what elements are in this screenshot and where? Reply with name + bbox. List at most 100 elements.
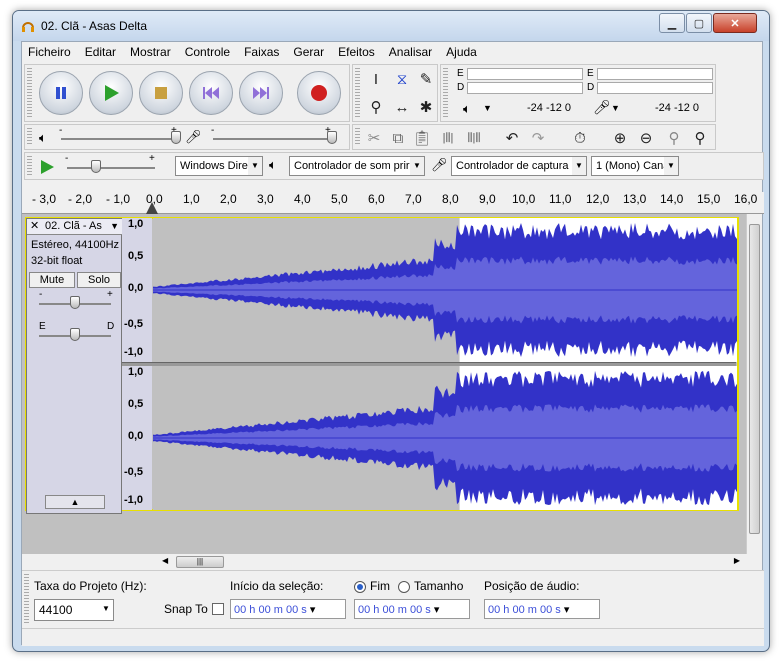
paste-icon[interactable]: 📋︎ [411, 127, 433, 149]
recording-channels-select[interactable]: 1 (Mono) Cana ▼ [591, 156, 679, 176]
timeline-ruler[interactable]: - 3,0 - 2,0 - 1,0 0,0 1,0 2,0 3,0 4,0 5,… [22, 192, 764, 214]
speaker-icon[interactable]: 🔈︎ [463, 101, 471, 117]
multi-tool-icon[interactable]: ✱ [415, 96, 437, 118]
toolbar-grip[interactable] [27, 68, 32, 118]
track-name-menu[interactable]: ✕ 02. Clã - As ▼ [27, 219, 123, 235]
input-volume-slider[interactable] [213, 138, 331, 140]
project-rate-label: Taxa do Projeto (Hz): [34, 579, 147, 593]
selection-tool-icon[interactable]: I [365, 68, 387, 90]
toolbar-grip[interactable] [24, 574, 29, 625]
waveform-right-channel[interactable] [153, 366, 737, 510]
app-window: 02. Clã - Asas Delta ▁ ▢ ✕ Ficheiro Edit… [12, 10, 770, 652]
input-meter-left[interactable] [597, 68, 713, 80]
collapse-track-button[interactable]: ▲ [45, 495, 105, 509]
play-at-speed-icon[interactable] [39, 159, 55, 175]
fit-project-icon[interactable]: ⚲ [689, 127, 711, 149]
menu-ficheiro[interactable]: Ficheiro [28, 45, 71, 59]
snap-to-checkbox[interactable] [212, 603, 224, 615]
output-slider-min: - [59, 125, 63, 136]
toolbar-grip[interactable] [27, 128, 32, 146]
zoom-in-icon[interactable]: ⊕ [609, 127, 631, 149]
cut-icon[interactable]: ✂ [363, 127, 385, 149]
output-meter-right[interactable] [467, 82, 583, 94]
toolbar-grip[interactable] [443, 68, 448, 118]
output-volume-thumb[interactable] [171, 131, 181, 144]
end-radio[interactable] [354, 581, 366, 593]
playback-speed-thumb[interactable] [91, 160, 101, 173]
skip-start-button[interactable] [189, 71, 233, 115]
toolbar-grip[interactable] [355, 68, 360, 118]
audio-host-select[interactable]: Windows Dire ▼ [175, 156, 263, 176]
envelope-tool-icon[interactable]: ⧖ [391, 68, 413, 90]
toolbar-grip[interactable] [27, 156, 32, 176]
play-button[interactable] [89, 71, 133, 115]
close-button[interactable]: ✕ [713, 13, 757, 33]
ruler-label: - 2,0 [68, 192, 93, 206]
pause-button[interactable] [39, 71, 83, 115]
window-title: 02. Clã - Asas Delta [41, 19, 148, 33]
gain-thumb[interactable] [70, 296, 80, 309]
audio-position-time[interactable]: 00 h 00 m 00 s ▾ [484, 599, 600, 619]
recording-device-select[interactable]: Controlador de captura ▼ [451, 156, 587, 176]
output-meter-menu-icon[interactable]: ▼ [483, 103, 492, 113]
zoom-out-icon[interactable]: ⊖ [635, 127, 657, 149]
solo-button[interactable]: Solo [77, 272, 121, 288]
toolbar-grip[interactable] [355, 128, 360, 146]
waveform-left-channel[interactable] [153, 218, 737, 362]
playhead-marker-icon[interactable] [146, 202, 158, 214]
horizontal-scroll-thumb[interactable]: ||| [176, 556, 224, 568]
selection-start-time[interactable]: 00 h 00 m 00 s ▾ [230, 599, 346, 619]
draw-tool-icon[interactable]: ✎ [415, 68, 437, 90]
length-radio[interactable] [398, 581, 410, 593]
record-button[interactable] [297, 71, 341, 115]
copy-icon[interactable]: ⧉ [387, 127, 409, 149]
stop-icon [155, 87, 167, 99]
meter-toolbar: E D E D 🔈︎ ▼ -24 -12 0 🎤︎ ▼ -24 -12 0 [440, 64, 716, 122]
ruler-label: 12,0 [586, 192, 610, 206]
stop-button[interactable] [139, 71, 183, 115]
maximize-button[interactable]: ▢ [686, 13, 712, 33]
scroll-right-icon[interactable]: ▶ [734, 556, 740, 565]
silence-icon[interactable]: ⫼|⫼ [463, 127, 485, 149]
menu-analisar[interactable]: Analisar [389, 45, 432, 59]
selection-end-time[interactable]: 00 h 00 m 00 s ▾ [354, 599, 470, 619]
playback-device-select[interactable]: Controlador de som prir ▼ [289, 156, 425, 176]
timeshift-tool-icon[interactable]: ↔ [391, 96, 413, 118]
output-volume-slider[interactable] [61, 138, 177, 140]
undo-icon[interactable]: ↶ [501, 127, 523, 149]
vertical-scroll-thumb[interactable] [749, 224, 760, 534]
input-meter-right[interactable] [597, 82, 713, 94]
sync-lock-icon[interactable]: ⏱︎ [569, 127, 591, 149]
menu-editar[interactable]: Editar [85, 45, 116, 59]
track-close-icon[interactable]: ✕ [30, 219, 39, 234]
track-menu-arrow-icon[interactable]: ▼ [110, 219, 119, 234]
microphone-icon[interactable]: 🎤︎ [593, 99, 611, 116]
vertical-scrollbar[interactable] [746, 214, 762, 554]
device-toolbar: - + Windows Dire ▼ 🔈︎ Controlador de som … [24, 152, 764, 180]
zoom-tool-icon[interactable]: ⚲ [365, 96, 387, 118]
menu-gerar[interactable]: Gerar [293, 45, 324, 59]
redo-icon[interactable]: ↷ [527, 127, 549, 149]
input-meter-menu-icon[interactable]: ▼ [611, 103, 620, 113]
horizontal-scrollbar[interactable]: ◀ ||| ▶ [162, 554, 740, 570]
trim-icon[interactable]: |⫼| [437, 127, 459, 149]
pan-thumb[interactable] [70, 328, 80, 341]
output-meter-left[interactable] [467, 68, 583, 80]
menu-faixas[interactable]: Faixas [244, 45, 279, 59]
skip-end-button[interactable] [239, 71, 283, 115]
input-right-label: D [587, 82, 595, 93]
input-volume-thumb[interactable] [327, 131, 337, 144]
selection-start-label: Início da seleção: [230, 579, 324, 593]
menu-ajuda[interactable]: Ajuda [446, 45, 477, 59]
fit-selection-icon[interactable]: ⚲ [663, 127, 685, 149]
menu-efeitos[interactable]: Efeitos [338, 45, 375, 59]
playback-device-icon: 🔈︎ [269, 157, 277, 172]
menu-mostrar[interactable]: Mostrar [130, 45, 171, 59]
minimize-button[interactable]: ▁ [659, 13, 685, 33]
playback-speed-slider[interactable] [67, 167, 155, 169]
scroll-left-icon[interactable]: ◀ [162, 556, 168, 565]
menu-controle[interactable]: Controle [185, 45, 230, 59]
ruler-label: 10,0 [512, 192, 536, 206]
mute-button[interactable]: Mute [29, 272, 75, 288]
project-rate-select[interactable]: 44100 ▼ [34, 599, 114, 621]
